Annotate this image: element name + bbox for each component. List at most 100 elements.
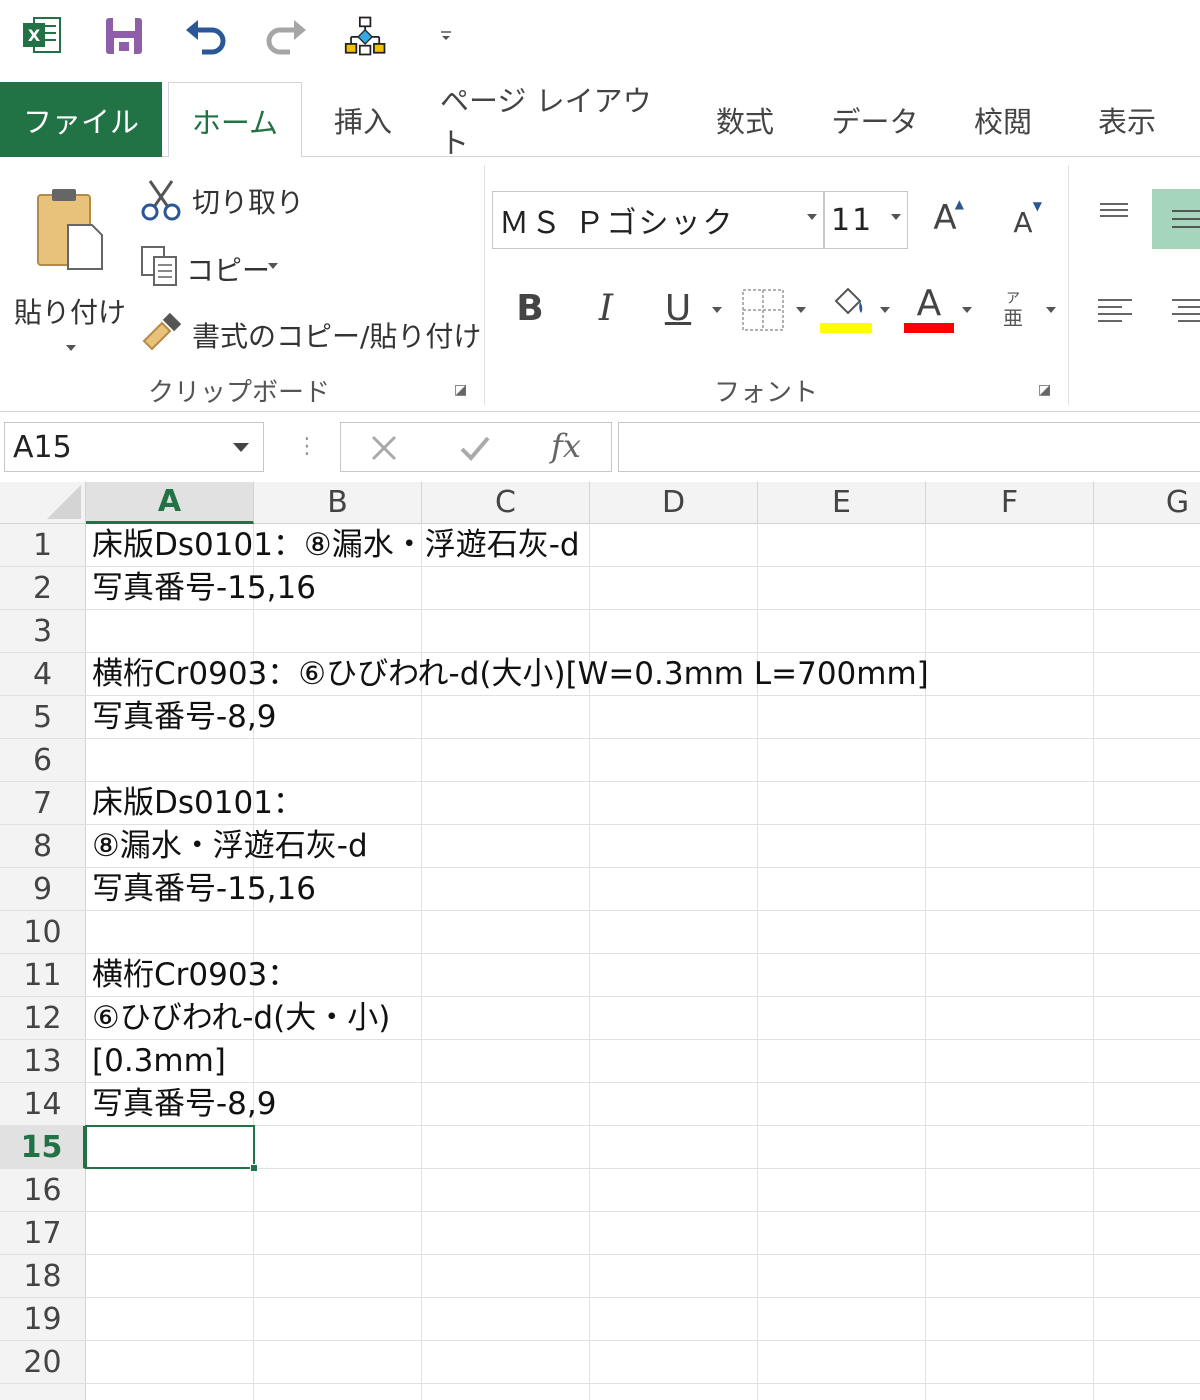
row-header-partial[interactable] xyxy=(0,1384,86,1400)
enter-icon[interactable] xyxy=(459,433,491,463)
align-top-icon[interactable] xyxy=(1098,201,1130,225)
format-painter-icon xyxy=(142,313,182,351)
underline-button[interactable]: U xyxy=(656,283,700,333)
phonetic-guide-icon[interactable]: ア 亜 xyxy=(998,287,1028,329)
font-name-select[interactable]: ＭＳ Ｐゴシック xyxy=(492,191,824,249)
format-painter-button[interactable]: 書式のコピー/貼り付け xyxy=(140,311,481,355)
tab-home[interactable]: ホーム xyxy=(168,82,302,158)
formula-buttons: fx xyxy=(340,422,612,472)
cell-a2[interactable]: 写真番号-15,16 xyxy=(92,567,316,610)
fill-color-button[interactable] xyxy=(820,285,874,337)
borders-icon[interactable] xyxy=(742,289,784,331)
excel-icon[interactable]: X xyxy=(20,14,64,58)
resize-handle-icon[interactable]: ⋮ xyxy=(296,434,318,459)
tab-formulas[interactable]: 数式 xyxy=(700,82,790,157)
name-box[interactable]: A15 xyxy=(4,422,264,472)
borders-dropdown-icon[interactable] xyxy=(796,307,806,313)
shrink-font-label: A xyxy=(1013,205,1033,239)
row-header-8[interactable]: 8 xyxy=(0,825,86,868)
diagram-icon[interactable] xyxy=(344,14,388,58)
fill-color-dropdown-icon[interactable] xyxy=(880,307,890,313)
column-header-e[interactable]: E xyxy=(758,482,926,524)
row-header-13[interactable]: 13 xyxy=(0,1040,86,1083)
phonetic-dropdown-icon[interactable] xyxy=(1046,307,1056,313)
row-header-3[interactable]: 3 xyxy=(0,610,86,653)
svg-text:ア: ア xyxy=(1006,291,1020,307)
row-header-15[interactable]: 15 xyxy=(0,1126,86,1169)
tab-insert[interactable]: 挿入 xyxy=(318,82,408,157)
row-header-10[interactable]: 10 xyxy=(0,911,86,954)
column-header-g[interactable]: G xyxy=(1094,482,1200,524)
column-header-d[interactable]: D xyxy=(590,482,758,524)
cell-a14[interactable]: 写真番号-8,9 xyxy=(92,1083,277,1126)
row-header-14[interactable]: 14 xyxy=(0,1083,86,1126)
cell-a12[interactable]: ⑥ひびわれ-d(大・小) xyxy=(92,997,390,1040)
row-header-1[interactable]: 1 xyxy=(0,524,86,567)
undo-icon[interactable] xyxy=(184,14,228,58)
row-header-20[interactable]: 20 xyxy=(0,1341,86,1384)
format-painter-label: 書式のコピー/貼り付け xyxy=(192,320,482,353)
row-header-9[interactable]: 9 xyxy=(0,868,86,911)
row-header-17[interactable]: 17 xyxy=(0,1212,86,1255)
cell-a11[interactable]: 横桁Cr0903： xyxy=(92,954,298,997)
customize-dropdown-icon[interactable] xyxy=(424,14,468,58)
row-header-19[interactable]: 19 xyxy=(0,1298,86,1341)
formula-input[interactable] xyxy=(618,422,1200,472)
grow-font-button[interactable]: A ▲ xyxy=(922,193,968,243)
font-size-select[interactable]: 11 xyxy=(824,191,908,249)
group-divider xyxy=(1068,165,1069,405)
paste-button[interactable]: 貼り付け xyxy=(10,167,126,357)
row-gridline xyxy=(86,1297,1200,1298)
italic-button[interactable]: I xyxy=(584,283,628,333)
cell-a8[interactable]: ⑧漏水・浮遊石灰-d xyxy=(92,825,368,868)
cell-a13[interactable]: [0.3mm] xyxy=(92,1040,226,1083)
cell-a1[interactable]: 床版Ds0101：⑧漏水・浮遊石灰-d xyxy=(92,524,580,567)
tab-view[interactable]: 表示 xyxy=(1080,82,1174,157)
row-header-6[interactable]: 6 xyxy=(0,739,86,782)
select-all-button[interactable] xyxy=(0,482,86,524)
font-launcher-icon[interactable]: ◪ xyxy=(1038,382,1051,398)
insert-function-button[interactable]: fx xyxy=(551,427,581,465)
cell-a9[interactable]: 写真番号-15,16 xyxy=(92,868,316,911)
column-header-c[interactable]: C xyxy=(422,482,590,524)
row-header-5[interactable]: 5 xyxy=(0,696,86,739)
underline-dropdown-icon[interactable] xyxy=(712,307,722,313)
active-cell[interactable] xyxy=(85,1125,258,1172)
row-header-2[interactable]: 2 xyxy=(0,567,86,610)
font-color-dropdown-icon[interactable] xyxy=(962,307,972,313)
align-left-icon[interactable] xyxy=(1096,297,1134,325)
cut-button[interactable]: 切り取り xyxy=(140,179,304,223)
cancel-icon[interactable] xyxy=(369,433,399,463)
fill-handle[interactable] xyxy=(250,1164,258,1172)
clipboard-launcher-icon[interactable]: ◪ xyxy=(454,382,467,398)
scissors-icon xyxy=(141,180,181,221)
paste-dropdown-icon[interactable] xyxy=(66,345,76,351)
row-header-18[interactable]: 18 xyxy=(0,1255,86,1298)
cell-a7[interactable]: 床版Ds0101： xyxy=(92,782,304,825)
cell-a5[interactable]: 写真番号-8,9 xyxy=(92,696,277,739)
column-header-f[interactable]: F xyxy=(926,482,1094,524)
redo-icon[interactable] xyxy=(264,14,308,58)
copy-button[interactable]: コピー xyxy=(140,245,290,289)
copy-dropdown-icon[interactable] xyxy=(268,263,278,269)
save-icon[interactable] xyxy=(102,14,146,58)
tab-file[interactable]: ファイル xyxy=(0,82,162,157)
tab-data[interactable]: データ xyxy=(820,82,930,157)
cell-a4[interactable]: 横桁Cr0903：⑥ひびわれ-d(大小)[W=0.3mm L=700mm] xyxy=(92,653,929,696)
tab-page-layout[interactable]: ページ レイアウト xyxy=(440,82,670,160)
row-header-11[interactable]: 11 xyxy=(0,954,86,997)
tab-review[interactable]: 校閲 xyxy=(958,82,1048,157)
row-gridline xyxy=(86,1211,1200,1212)
column-header-a[interactable]: A xyxy=(86,482,254,524)
shrink-font-button[interactable]: A ▼ xyxy=(1000,199,1046,245)
row-header-4[interactable]: 4 xyxy=(0,653,86,696)
align-middle-button[interactable] xyxy=(1152,189,1200,249)
font-color-button[interactable]: A xyxy=(902,283,956,335)
column-header-b[interactable]: B xyxy=(254,482,422,524)
row-header-7[interactable]: 7 xyxy=(0,782,86,825)
align-center-icon[interactable] xyxy=(1170,297,1200,325)
bold-button[interactable]: B xyxy=(508,283,552,333)
row-header-16[interactable]: 16 xyxy=(0,1169,86,1212)
row-header-12[interactable]: 12 xyxy=(0,997,86,1040)
paint-bucket-icon xyxy=(834,287,863,315)
